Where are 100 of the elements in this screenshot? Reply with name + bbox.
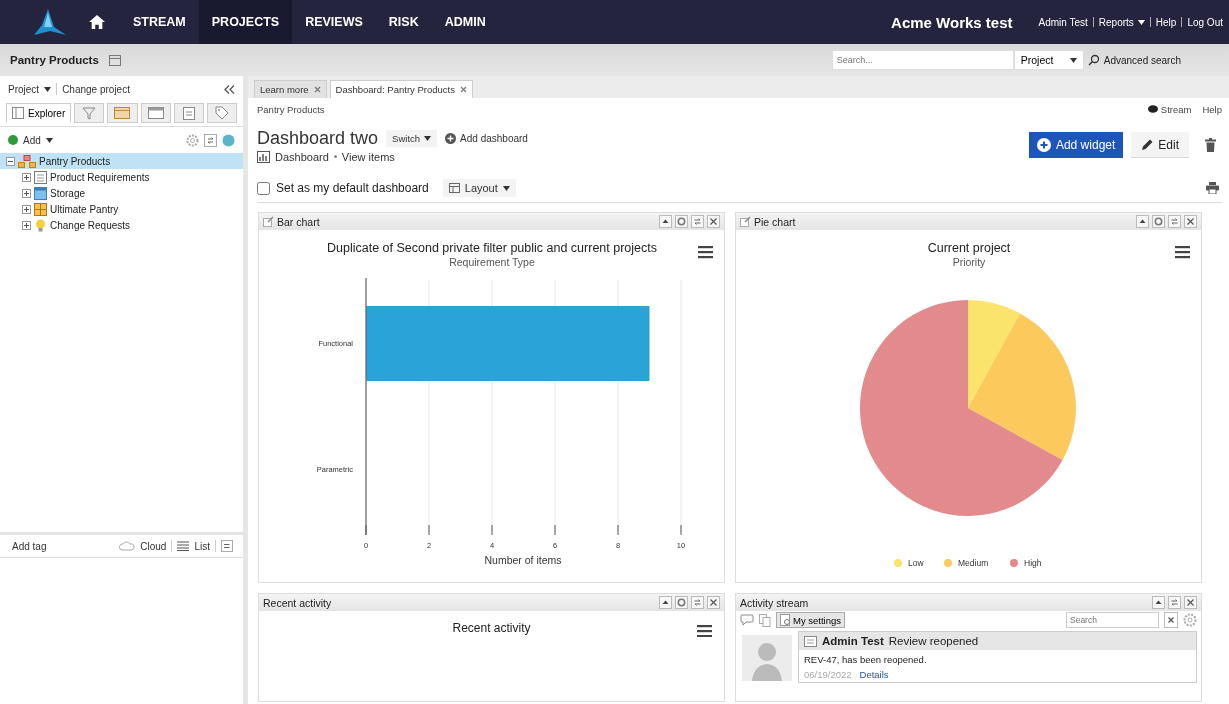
- legend-label[interactable]: High: [1024, 558, 1042, 568]
- calendar-icon: [114, 107, 131, 119]
- trash-icon[interactable]: [1205, 138, 1216, 152]
- entry-date: 06/19/2022: [804, 669, 852, 680]
- collapse-icon[interactable]: [659, 215, 672, 228]
- project-menu[interactable]: Project: [8, 83, 40, 95]
- tick-mark: [365, 524, 367, 536]
- search-icon: [1087, 54, 1100, 66]
- tick-mark: [617, 524, 619, 536]
- window-tab[interactable]: [140, 103, 171, 123]
- home-icon[interactable]: [88, 14, 106, 30]
- tree-item[interactable]: Ultimate Pantry: [0, 201, 243, 217]
- menu-icon[interactable]: [1175, 246, 1190, 259]
- user-link[interactable]: Help: [1155, 16, 1177, 28]
- speech-bubble-icon: [1147, 104, 1158, 114]
- close-icon[interactable]: [707, 215, 720, 228]
- menu-icon[interactable]: [698, 246, 713, 259]
- search-field[interactable]: Search: [1066, 612, 1159, 628]
- close-icon[interactable]: [313, 86, 321, 93]
- plus-box-icon[interactable]: [22, 220, 31, 230]
- my-settings-button[interactable]: My settings: [776, 612, 846, 628]
- list-link[interactable]: List: [194, 540, 210, 552]
- default-dashboard-checkbox[interactable]: [257, 181, 270, 195]
- tick-mark: [428, 524, 430, 536]
- close-icon[interactable]: [1184, 596, 1197, 609]
- tag-tab[interactable]: [206, 103, 238, 123]
- entry-author[interactable]: Admin Test: [822, 635, 884, 647]
- explorer-tab[interactable]: Explorer: [6, 103, 72, 123]
- edit-icon[interactable]: [263, 216, 274, 227]
- user-link[interactable]: Reports: [1098, 16, 1145, 28]
- tree-item[interactable]: Product Requirements: [0, 169, 243, 185]
- edit-button[interactable]: Edit: [1131, 132, 1189, 158]
- panel-icon[interactable]: [108, 54, 121, 66]
- clear-icon[interactable]: [1164, 612, 1178, 628]
- add-dashboard-link[interactable]: Add dashboard: [460, 132, 528, 144]
- user-link[interactable]: Admin Test: [1038, 16, 1088, 28]
- legend-label[interactable]: Low: [908, 558, 924, 568]
- breadcrumb[interactable]: Pantry Products: [257, 103, 325, 115]
- settings-icon[interactable]: [186, 133, 199, 147]
- refresh-icon[interactable]: [221, 540, 233, 552]
- nav-item[interactable]: REVIEWS: [292, 0, 376, 44]
- close-icon[interactable]: [1184, 215, 1197, 228]
- collapse-icon[interactable]: [1136, 215, 1149, 228]
- close-icon[interactable]: [459, 86, 467, 93]
- scope-dropdown[interactable]: Project: [1013, 50, 1084, 70]
- plus-box-icon[interactable]: [22, 172, 31, 182]
- layout-dropdown[interactable]: Layout: [442, 179, 516, 197]
- tree-item[interactable]: Change Requests: [0, 217, 243, 233]
- chart-subtitle: Requirement Type: [449, 256, 535, 268]
- edit-icon[interactable]: [740, 216, 751, 227]
- collapse-icon[interactable]: [659, 596, 672, 609]
- double-chevron-icon[interactable]: [224, 84, 235, 94]
- nav-item[interactable]: RISK: [375, 0, 432, 44]
- nav-item[interactable]: PROJECTS: [198, 0, 293, 44]
- pencil-icon: [1141, 138, 1155, 151]
- copy-icon[interactable]: [759, 613, 771, 627]
- add-menu[interactable]: Add: [23, 134, 41, 146]
- add-widget-button[interactable]: Add widget: [1028, 132, 1124, 158]
- settings-icon[interactable]: [675, 596, 688, 609]
- nav-item[interactable]: STREAM: [120, 0, 199, 44]
- tree-item[interactable]: Pantry Products: [0, 153, 243, 169]
- change-project-link[interactable]: Change project: [62, 83, 130, 95]
- document-tab[interactable]: Learn more: [254, 80, 327, 98]
- collapse-icon[interactable]: [1152, 596, 1165, 609]
- settings-icon[interactable]: [1152, 215, 1165, 228]
- document-tab[interactable]: Dashboard: Pantry Products: [329, 80, 473, 98]
- close-icon[interactable]: [707, 596, 720, 609]
- tick-mark: [554, 524, 556, 536]
- calendar-tab[interactable]: [107, 103, 138, 123]
- tree-item[interactable]: Storage: [0, 185, 243, 201]
- help-link[interactable]: Help: [1202, 103, 1222, 115]
- project-name: Pantry Products: [10, 54, 99, 66]
- add-tag-link[interactable]: Add tag: [12, 540, 47, 552]
- cloud-link[interactable]: Cloud: [140, 540, 167, 552]
- comment-icon[interactable]: [740, 613, 754, 627]
- stream-link[interactable]: Stream: [1160, 103, 1192, 115]
- clipboard-tab[interactable]: [173, 103, 204, 123]
- plus-box-icon[interactable]: [22, 188, 31, 198]
- tick-mark: [491, 524, 493, 536]
- window-icon: [147, 107, 164, 119]
- settings-icon[interactable]: [675, 215, 688, 228]
- menu-icon[interactable]: [697, 625, 712, 637]
- panel-icon: [12, 107, 24, 119]
- nav-item[interactable]: ADMIN: [431, 0, 499, 44]
- axis-title: Number of items: [484, 554, 562, 566]
- view-link[interactable]: View items: [341, 150, 395, 163]
- minus-box-icon[interactable]: [6, 156, 15, 166]
- plus-box-icon[interactable]: [22, 204, 31, 214]
- print-icon[interactable]: [1206, 182, 1219, 194]
- checkbox-label: Set as my default dashboard: [276, 181, 429, 195]
- details-link[interactable]: Details: [859, 669, 889, 680]
- widget-title: Activity stream: [740, 596, 809, 609]
- search-field[interactable]: Search...: [831, 50, 1014, 70]
- tag-icon: [214, 106, 229, 120]
- view-link[interactable]: Dashboard: [275, 150, 329, 163]
- user-link[interactable]: Log Out: [1187, 16, 1223, 28]
- legend-label[interactable]: Medium: [958, 558, 989, 568]
- widget-heading: Recent activity: [452, 621, 531, 637]
- switch-dropdown[interactable]: Switch: [386, 129, 438, 147]
- advanced-search-link[interactable]: Advanced search: [1103, 54, 1181, 66]
